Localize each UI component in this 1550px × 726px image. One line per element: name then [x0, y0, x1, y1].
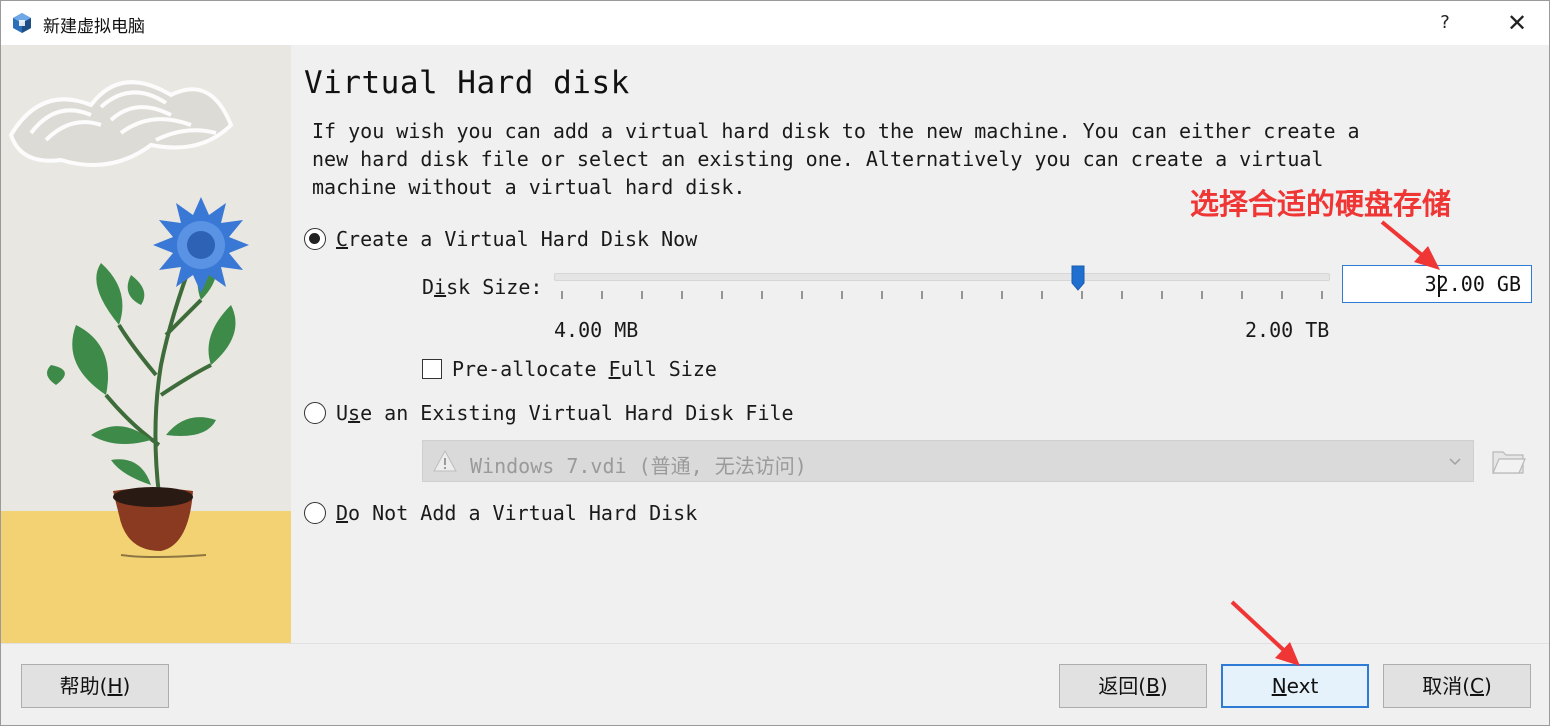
- help-button-label: 帮助(: [59, 674, 108, 698]
- help-button[interactable]: 帮助(H): [21, 664, 169, 708]
- disk-size-label: Disk Size:: [422, 275, 542, 299]
- use-existing-accel: s: [348, 401, 361, 425]
- disk-size-label-pre: D: [422, 275, 435, 299]
- back-button-tail: ): [1159, 674, 1168, 698]
- text-caret: [1438, 275, 1440, 297]
- preallocate-checkbox[interactable]: [422, 359, 442, 379]
- disk-size-slider-track[interactable]: [554, 273, 1330, 281]
- next-button[interactable]: Next: [1221, 664, 1369, 708]
- use-existing-pre: U: [336, 401, 349, 425]
- close-button[interactable]: ✕: [1491, 1, 1543, 45]
- warning-icon: [433, 450, 457, 472]
- do-not-add-radio[interactable]: [304, 502, 326, 524]
- disk-size-label-accel: i: [434, 275, 447, 299]
- help-button-accel: H: [107, 674, 123, 698]
- button-bar: 帮助(H) 返回(B) Next 取消(C): [1, 643, 1549, 725]
- use-existing-radio[interactable]: [304, 402, 326, 424]
- wizard-illustration: [1, 45, 291, 643]
- do-not-add-accel: D: [336, 501, 349, 525]
- page-title: Virtual Hard disk: [304, 65, 630, 101]
- wizard-page: Virtual Hard disk If you wish you can ad…: [1, 45, 1549, 643]
- next-button-accel: N: [1271, 674, 1287, 698]
- dialog-window: 新建虚拟电脑 ? ✕ Virtual Hard disk If you wish…: [0, 0, 1550, 726]
- do-not-add-label[interactable]: Do Not Add a Virtual Hard Disk: [336, 501, 697, 525]
- chevron-down-icon: [1449, 458, 1461, 466]
- do-not-add-text: o Not Add a Virtual Hard Disk: [348, 501, 698, 525]
- existing-disk-combobox[interactable]: Windows 7.vdi (普通, 无法访问): [422, 440, 1474, 482]
- cancel-button[interactable]: 取消(C): [1383, 664, 1531, 708]
- create-disk-label[interactable]: Create a Virtual Hard Disk Now: [336, 227, 697, 251]
- annotation-text: 选择合适的硬盘存储: [1190, 187, 1452, 221]
- disk-size-input[interactable]: [1342, 265, 1532, 303]
- preallocate-label-rest: ull Size: [620, 357, 717, 381]
- help-button-tail: ): [122, 674, 131, 698]
- cancel-button-label: 取消(: [1422, 674, 1471, 698]
- cancel-button-accel: C: [1470, 674, 1484, 698]
- disk-size-label-rest: sk Size:: [446, 275, 543, 299]
- disk-size-min-label: 4.00 MB: [554, 318, 639, 342]
- virtualbox-app-icon: [13, 13, 31, 33]
- folder-icon[interactable]: [1490, 442, 1526, 478]
- disk-size-slider-thumb[interactable]: [1071, 265, 1085, 291]
- disk-size-max-label: 2.00 TB: [1245, 318, 1330, 342]
- use-existing-label[interactable]: Use an Existing Virtual Hard Disk File: [336, 401, 794, 425]
- title-bar: 新建虚拟电脑 ? ✕: [1, 1, 1549, 45]
- use-existing-text: e an Existing Virtual Hard Disk File: [360, 401, 794, 425]
- back-button-label: 返回(: [1098, 674, 1147, 698]
- next-button-label: ext: [1286, 674, 1319, 698]
- context-help-button[interactable]: ?: [1419, 1, 1471, 45]
- window-title: 新建虚拟电脑: [43, 17, 145, 37]
- back-button-accel: B: [1146, 674, 1160, 698]
- disk-size-slider-ticks: [561, 291, 1323, 299]
- existing-disk-value: Windows 7.vdi (普通, 无法访问): [470, 454, 807, 478]
- preallocate-label-accel: F: [608, 357, 621, 381]
- preallocate-label-pre: Pre-allocate: [452, 357, 609, 381]
- create-disk-radio[interactable]: [304, 228, 326, 250]
- create-disk-accel: C: [336, 227, 349, 251]
- cancel-button-tail: ): [1483, 674, 1492, 698]
- create-disk-text: reate a Virtual Hard Disk Now: [348, 227, 698, 251]
- back-button[interactable]: 返回(B): [1059, 664, 1207, 708]
- preallocate-label[interactable]: Pre-allocate Full Size: [452, 357, 717, 381]
